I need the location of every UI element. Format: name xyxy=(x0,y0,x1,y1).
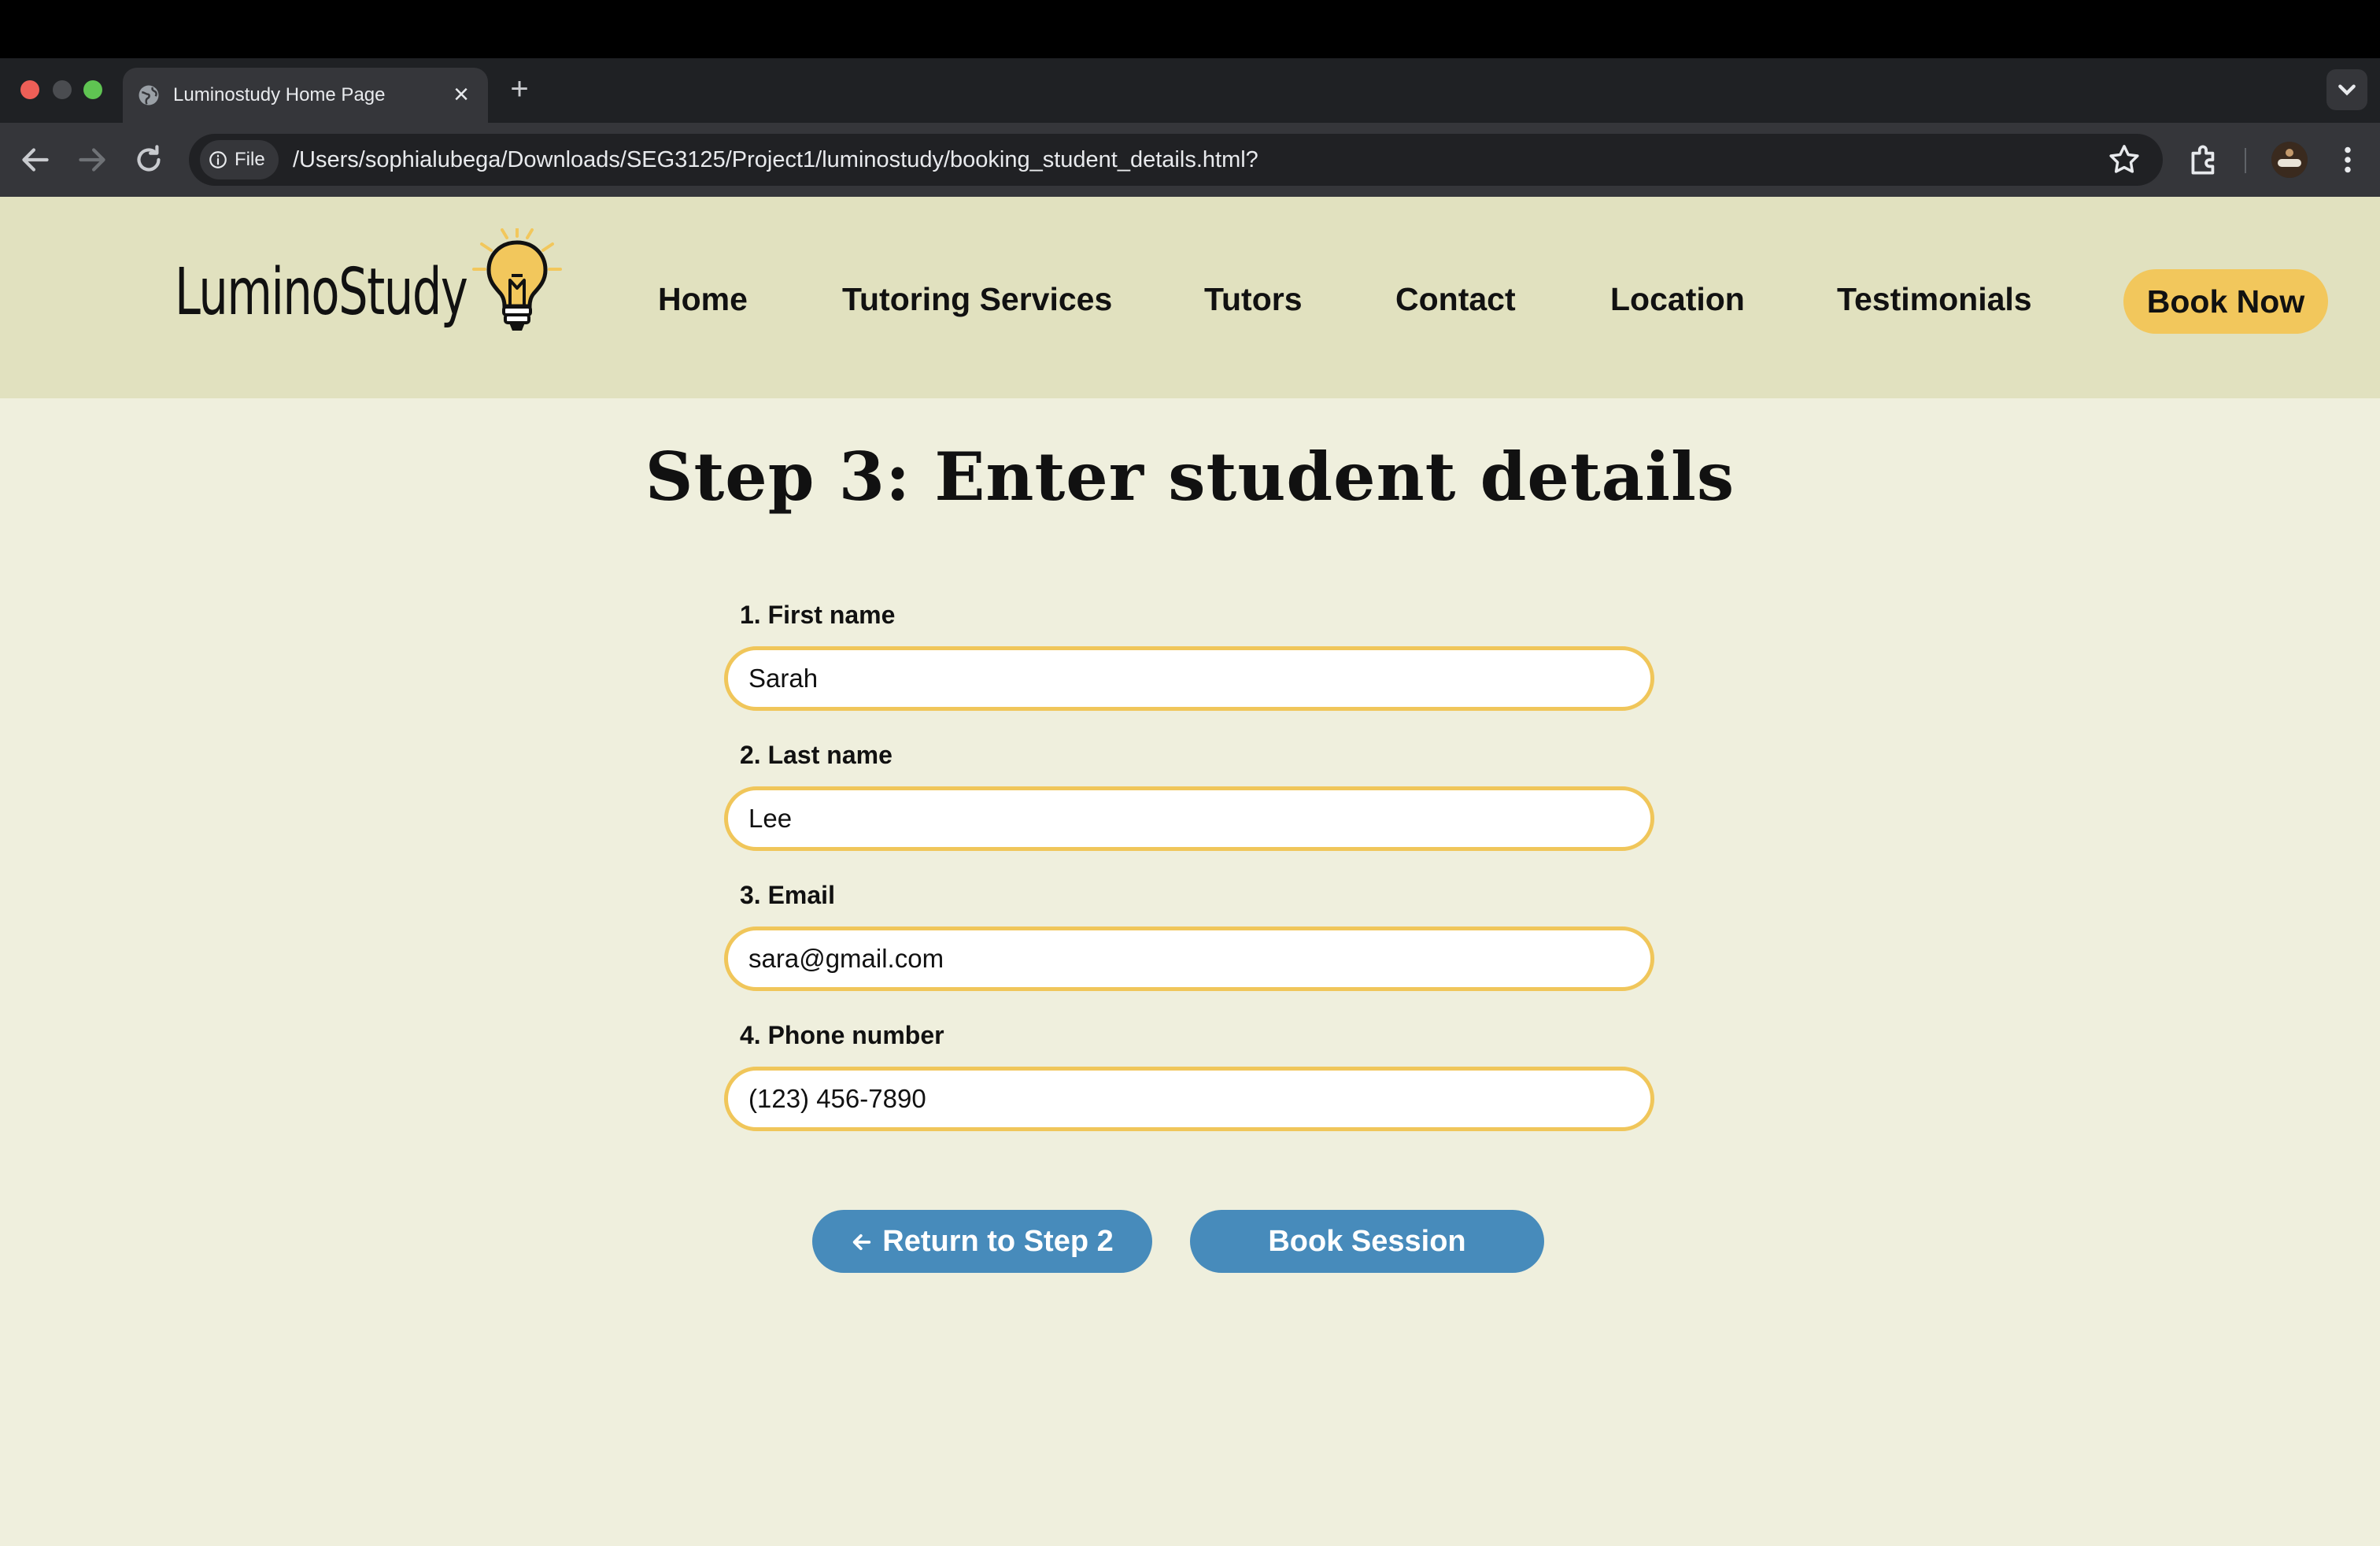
window-close-button[interactable] xyxy=(20,80,39,99)
return-button-label: Return to Step 2 xyxy=(882,1225,1114,1258)
tab-title: Luminostudy Home Page xyxy=(173,84,386,105)
browser-tab-active[interactable]: Luminostudy Home Page × xyxy=(123,68,488,123)
last-name-label: 2. Last name xyxy=(740,741,893,769)
puzzle-icon[interactable] xyxy=(2185,140,2224,179)
tab-search-button[interactable] xyxy=(2326,69,2367,110)
nav-location[interactable]: Location xyxy=(1610,277,1745,321)
toolbar-divider xyxy=(2245,148,2246,173)
page-title: Step 3: Enter student details xyxy=(645,438,1735,516)
info-icon xyxy=(209,151,227,168)
forward-arrow-icon[interactable] xyxy=(72,140,112,179)
macos-menu-strip xyxy=(0,0,2380,58)
phone-label: 4. Phone number xyxy=(740,1021,944,1049)
nav-contact[interactable]: Contact xyxy=(1395,277,1516,321)
site-info-chip[interactable]: File xyxy=(200,140,279,179)
window-minimize-button[interactable] xyxy=(53,80,72,99)
back-arrow-icon[interactable] xyxy=(16,140,55,179)
email-label: 3. Email xyxy=(740,881,835,909)
plus-icon[interactable]: + xyxy=(504,73,535,105)
profile-avatar[interactable] xyxy=(2271,142,2308,178)
arrow-left-icon xyxy=(853,1233,871,1251)
window-zoom-button[interactable] xyxy=(83,80,102,99)
email-input[interactable] xyxy=(724,926,1654,991)
reload-icon[interactable] xyxy=(129,140,168,179)
url-text[interactable]: /Users/sophialubega/Downloads/SEG3125/Pr… xyxy=(293,134,1258,186)
nav-tutors[interactable]: Tutors xyxy=(1204,277,1303,321)
site-logo[interactable]: LuminoStudy xyxy=(175,228,568,346)
first-name-label: 1. First name xyxy=(740,601,896,629)
book-now-button[interactable]: Book Now xyxy=(2123,269,2328,334)
chevron-down-icon xyxy=(2338,84,2356,96)
site-info-label: File xyxy=(235,149,265,170)
book-session-button[interactable]: Book Session xyxy=(1190,1210,1544,1273)
nav-testimonials[interactable]: Testimonials xyxy=(1837,277,2032,321)
first-name-input[interactable] xyxy=(724,646,1654,711)
phone-input[interactable] xyxy=(724,1067,1654,1131)
last-name-input[interactable] xyxy=(724,786,1654,851)
nav-tutoring-services[interactable]: Tutoring Services xyxy=(842,277,1112,321)
lightbulb-icon xyxy=(472,228,562,331)
logo-text: LuminoStudy xyxy=(175,255,468,330)
return-to-step-2-button[interactable]: Return to Step 2 xyxy=(812,1210,1152,1273)
nav-home[interactable]: Home xyxy=(658,277,748,321)
star-icon[interactable] xyxy=(2106,142,2142,178)
close-icon[interactable]: × xyxy=(447,81,475,109)
globe-icon xyxy=(139,85,159,105)
kebab-menu-icon[interactable] xyxy=(2328,140,2367,179)
